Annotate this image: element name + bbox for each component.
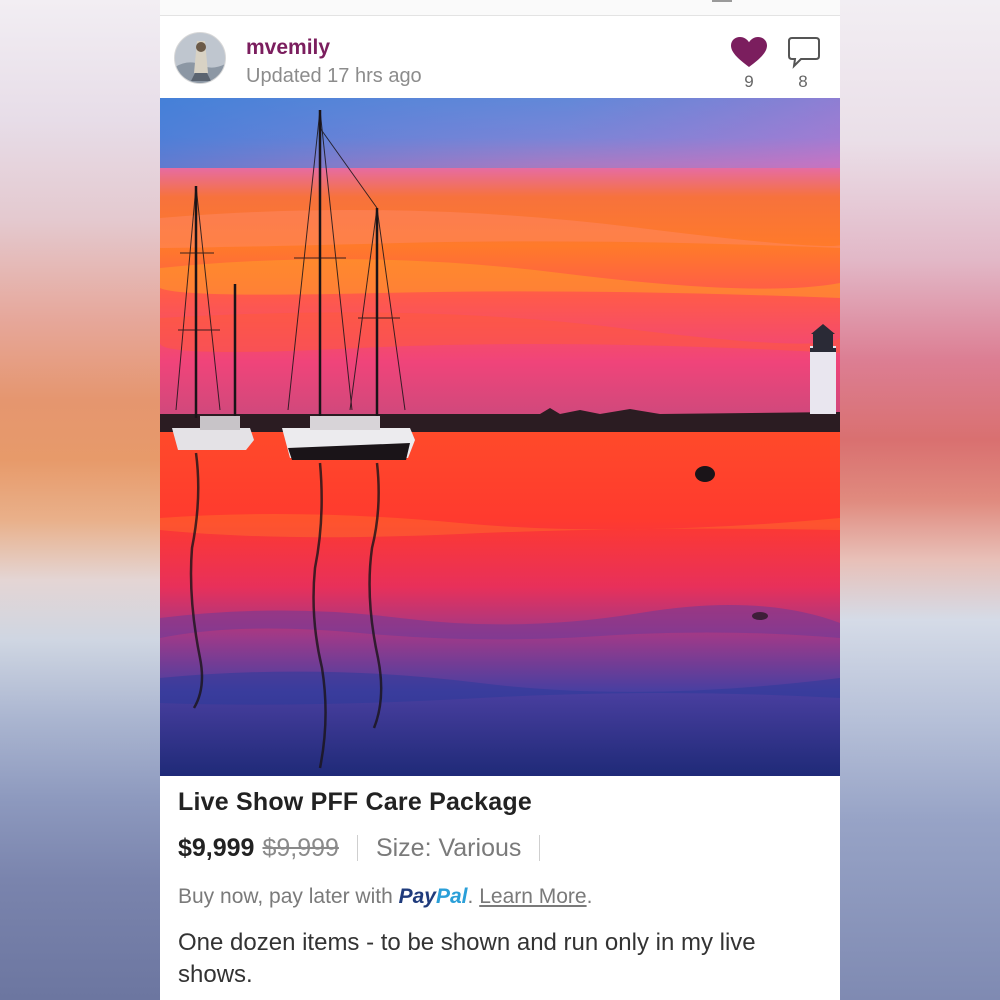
- avatar[interactable]: [174, 32, 226, 84]
- comment-bubble-icon[interactable]: [787, 36, 821, 70]
- heart-icon[interactable]: [730, 36, 768, 68]
- like-count: 9: [744, 72, 754, 91]
- divider: [356, 835, 358, 861]
- listing-photo[interactable]: [160, 98, 840, 776]
- paypal-row: Buy now, pay later with PayPal. Learn Mo…: [178, 885, 840, 909]
- learn-more-link[interactable]: Learn More: [479, 885, 586, 908]
- learn-more-period: .: [586, 885, 593, 908]
- listing-info: Live Show PFF Care Package $9,999 $9,999…: [160, 788, 840, 991]
- comment-count: 8: [798, 72, 808, 91]
- background-right: [840, 0, 1000, 1000]
- paypal-period: .: [467, 885, 474, 908]
- original-price: $9,999: [262, 833, 339, 862]
- username[interactable]: mvemily: [246, 36, 330, 60]
- price: $9,999: [178, 833, 255, 862]
- paypal-prefix: Buy now, pay later with: [178, 885, 393, 908]
- size-label: Size: Various: [375, 833, 522, 862]
- listing-card: mvemily Updated 17 hrs ago 9 8 Live Show…: [160, 0, 840, 1000]
- listing-title: Live Show PFF Care Package: [178, 788, 532, 816]
- updated-timestamp: Updated 17 hrs ago: [246, 65, 422, 87]
- top-strip-indicator: [712, 0, 732, 2]
- paypal-logo-pay: Pay: [398, 885, 436, 908]
- background-left: [0, 0, 160, 1000]
- price-row: $9,999 $9,999 Size: Various: [178, 831, 840, 865]
- listing-description: One dozen items - to be shown and run on…: [178, 929, 756, 988]
- post-header: mvemily Updated 17 hrs ago 9 8: [160, 16, 840, 98]
- paypal-logo-pal: Pal: [436, 885, 468, 908]
- top-strip: [160, 0, 840, 16]
- divider: [539, 835, 541, 861]
- paypal-logo: PayPal: [399, 885, 468, 908]
